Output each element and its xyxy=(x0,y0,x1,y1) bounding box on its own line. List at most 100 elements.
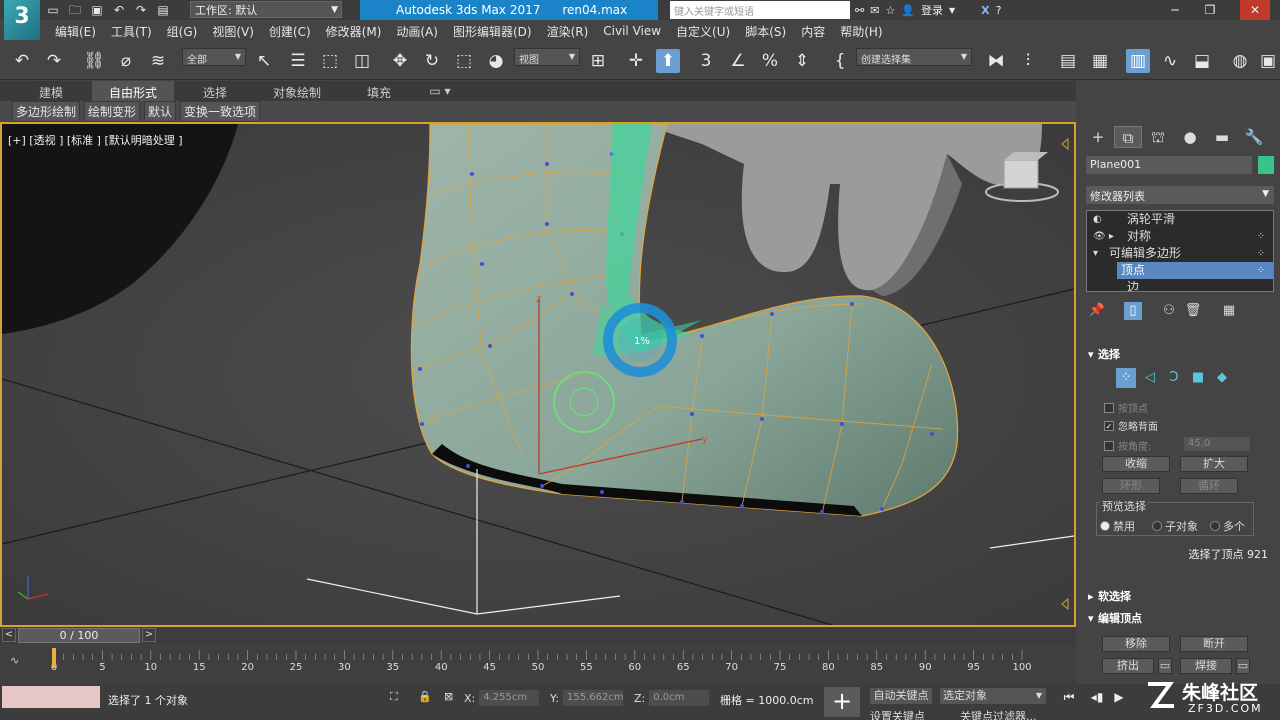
z-coord-field[interactable]: 0.0cm xyxy=(649,690,710,706)
utilities-tab-icon[interactable]: 🔧 xyxy=(1240,126,1268,148)
bind-space-warp-icon[interactable]: ≋ xyxy=(146,49,170,73)
tab-freeform[interactable]: 自由形式 xyxy=(92,81,174,101)
snap-toggle-icon[interactable]: 3 xyxy=(694,49,718,73)
stack-item-turbosmooth[interactable]: ◐ 涡轮平滑 xyxy=(1087,211,1273,228)
expand-icon[interactable]: ▾ xyxy=(1093,245,1098,262)
star-icon[interactable]: ☆ xyxy=(885,4,895,17)
subtab-paint-deform[interactable]: 绘制变形 xyxy=(84,100,141,122)
stack-item-symmetry[interactable]: 👁 ▸ 对称 ⁘ xyxy=(1087,228,1273,245)
previous-frame-icon[interactable]: ◂▮ xyxy=(1088,688,1106,706)
by-angle-checkbox[interactable]: 按角度: xyxy=(1104,438,1151,453)
scale-icon[interactable]: ⬚ xyxy=(452,49,476,73)
object-color-swatch[interactable] xyxy=(1258,156,1274,174)
vertex-mode-icon[interactable]: ⁘ xyxy=(1116,368,1136,388)
previous-frame-button[interactable]: < xyxy=(2,628,16,642)
redo-icon[interactable]: ↷ xyxy=(42,49,66,73)
ignore-backfacing-checkbox[interactable]: ✓ 忽略背面 xyxy=(1104,418,1158,433)
mirror-icon[interactable]: ⧓ xyxy=(984,49,1008,73)
menu-modifiers[interactable]: 修改器(M) xyxy=(326,23,382,40)
select-by-name-icon[interactable]: ☰ xyxy=(286,49,310,73)
subtab-transform-options[interactable]: 变换一致选项 xyxy=(180,100,261,122)
make-unique-icon[interactable]: ⚇ xyxy=(1160,302,1178,320)
user-icon[interactable]: 👤 xyxy=(901,4,915,17)
remove-modifier-icon[interactable]: 🗑 xyxy=(1184,302,1202,320)
time-slider[interactable]: < 0 / 100 > xyxy=(0,627,1076,645)
break-button[interactable]: 断开 xyxy=(1180,636,1248,652)
render-setup-icon[interactable]: ▣ xyxy=(1256,49,1280,73)
tab-modeling[interactable]: 建模 xyxy=(10,81,92,101)
save-icon[interactable]: ▣ xyxy=(88,2,106,18)
help-icon[interactable]: ? xyxy=(996,4,1002,17)
by-vertex-checkbox[interactable]: 按顶点 xyxy=(1104,400,1148,415)
motion-tab-icon[interactable]: ● xyxy=(1176,126,1204,148)
maximize-button[interactable]: ❐ xyxy=(1195,0,1225,20)
shrink-button[interactable]: 收缩 xyxy=(1102,456,1170,472)
stack-item-editable-poly[interactable]: ▾ 可编辑多边形 ⁘ xyxy=(1087,245,1273,262)
minimize-button[interactable]: ─ xyxy=(1160,0,1190,20)
layer-explorer-icon[interactable]: ▦ xyxy=(1088,49,1112,73)
communication-icon[interactable]: ✉ xyxy=(870,4,879,17)
close-button[interactable]: ✕ xyxy=(1240,0,1270,20)
menu-graph-editors[interactable]: 图形编辑器(D) xyxy=(453,23,532,40)
edge-mode-icon[interactable]: ◁ xyxy=(1140,368,1160,388)
material-editor-icon[interactable]: ◍ xyxy=(1228,49,1252,73)
next-frame-button[interactable]: > xyxy=(142,628,156,642)
tab-populate[interactable]: 填充 xyxy=(338,81,420,101)
app-logo[interactable]: 3 xyxy=(4,0,40,40)
pin-stack-icon[interactable]: 📌 xyxy=(1088,302,1106,320)
y-coord-field[interactable]: 155.662cm xyxy=(562,690,624,706)
play-icon[interactable]: ▶ xyxy=(1110,688,1128,706)
redo-icon[interactable]: ↷ xyxy=(132,2,150,18)
soft-selection-rollout-header[interactable]: 软选择 xyxy=(1086,588,1274,606)
workspace-dropdown[interactable]: 工作区: 默认 ▼ xyxy=(190,1,342,18)
new-file-icon[interactable]: ▭ xyxy=(44,2,62,18)
show-end-result-icon[interactable]: ▯ xyxy=(1124,302,1142,320)
tab-object-paint[interactable]: 对象绘制 xyxy=(256,81,338,101)
curve-editor-icon[interactable]: ∿ xyxy=(1158,49,1182,73)
preview-multi-radio[interactable]: 多个 xyxy=(1210,518,1245,534)
menu-animation[interactable]: 动画(A) xyxy=(396,23,438,40)
border-mode-icon[interactable]: Ↄ xyxy=(1164,368,1184,388)
tab-selection[interactable]: 选择 xyxy=(174,81,256,101)
menu-create[interactable]: 创建(C) xyxy=(269,23,311,40)
stack-item-edge[interactable]: 边 xyxy=(1087,279,1273,291)
undo-icon[interactable]: ↶ xyxy=(110,2,128,18)
align-icon[interactable]: ⫶ xyxy=(1016,49,1040,73)
search-input[interactable]: 键入关键字或短语 xyxy=(670,1,850,19)
ref-coord-dropdown[interactable]: 视图 ▼ xyxy=(514,48,580,66)
binoculars-icon[interactable]: ⚯ xyxy=(855,4,864,17)
set-key-label[interactable]: 设置关键点 xyxy=(870,708,925,720)
project-icon[interactable]: ▤ xyxy=(154,2,172,18)
named-selection-dropdown[interactable]: 创建选择集 ▼ xyxy=(856,48,972,66)
display-tab-icon[interactable]: ▬ xyxy=(1208,126,1236,148)
link-icon[interactable]: ⛓ xyxy=(82,49,106,73)
ribbon-toggle-icon[interactable]: ▥ xyxy=(1126,49,1150,73)
light-bulb-icon[interactable]: ◐ xyxy=(1093,211,1102,228)
angle-spinner[interactable]: 45.0 xyxy=(1184,437,1250,451)
selection-filter-dropdown[interactable]: 全部 ▼ xyxy=(182,48,246,66)
edit-named-selection-icon[interactable]: { xyxy=(828,49,852,73)
chevron-down-icon[interactable]: ▼ xyxy=(949,6,955,15)
current-frame-marker[interactable] xyxy=(52,648,56,668)
open-file-icon[interactable]: 🗀 xyxy=(66,2,84,18)
ribbon-options-button[interactable]: ▭ ▾ xyxy=(420,81,460,101)
element-mode-icon[interactable]: ◆ xyxy=(1212,368,1232,388)
spinner-snap-icon[interactable]: ⇕ xyxy=(790,49,814,73)
polygon-mode-icon[interactable]: ■ xyxy=(1188,368,1208,388)
window-crossing-icon[interactable]: ◫ xyxy=(350,49,374,73)
stack-item-vertex[interactable]: 顶点 ⁘ xyxy=(1117,262,1273,279)
unlink-icon[interactable]: ⌀ xyxy=(114,49,138,73)
select-manipulate-icon[interactable]: ✛ xyxy=(624,49,648,73)
perspective-viewport[interactable]: [+] [透视 ] [标准 ] [默认明暗处理 ] 1% z y xyxy=(0,122,1076,627)
menu-scripting[interactable]: 脚本(S) xyxy=(745,23,786,40)
add-time-tag-button[interactable]: + xyxy=(824,687,860,717)
time-slider-thumb[interactable]: 0 / 100 xyxy=(18,628,140,643)
rotate-icon[interactable]: ↻ xyxy=(420,49,444,73)
configure-sets-icon[interactable]: ▦ xyxy=(1220,302,1238,320)
schematic-view-icon[interactable]: ⬓ xyxy=(1190,49,1214,73)
scene-explorer-icon[interactable]: ▤ xyxy=(1056,49,1080,73)
object-name-field[interactable]: Plane001 xyxy=(1086,156,1252,174)
exchange-icon[interactable]: X xyxy=(981,4,989,17)
ring-button[interactable]: 环形 xyxy=(1102,478,1160,494)
rect-selection-icon[interactable]: ⬚ xyxy=(318,49,342,73)
